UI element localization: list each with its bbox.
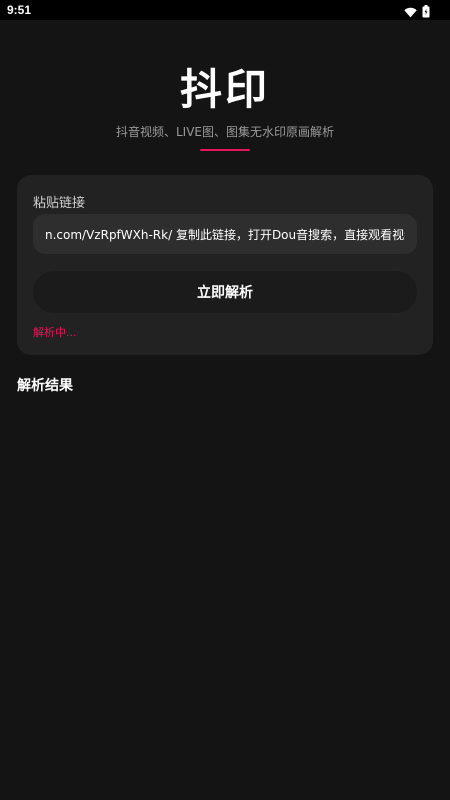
status-bar: 9:51 [0, 0, 450, 20]
status-icons [404, 3, 430, 22]
link-input[interactable] [33, 214, 417, 254]
results-heading: 解析结果 [17, 378, 73, 394]
parsing-status: 解析中... [33, 326, 77, 339]
wifi-icon [404, 3, 417, 22]
app-screen: 9:51 抖印 抖音视频、LIVE图、图集无水印原画解析 粘贴链接 立即解析 解… [0, 0, 450, 800]
paste-link-label: 粘贴链接 [33, 196, 86, 211]
parse-card: 粘贴链接 立即解析 解析中... [17, 175, 433, 355]
status-time: 9:51 [7, 3, 32, 17]
parse-button[interactable]: 立即解析 [33, 271, 417, 313]
title-underline [200, 149, 250, 151]
battery-icon [422, 3, 430, 22]
app-title: 抖印 [179, 65, 270, 114]
app-subtitle: 抖音视频、LIVE图、图集无水印原画解析 [115, 125, 335, 139]
